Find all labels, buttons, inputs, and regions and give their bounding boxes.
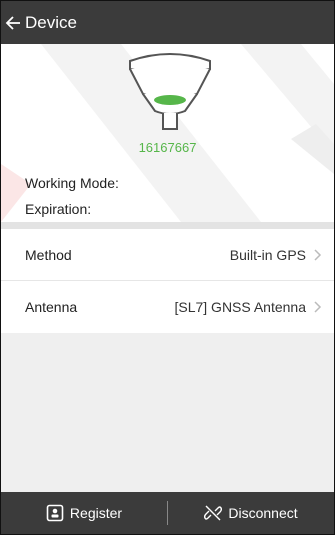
register-button[interactable]: Register [1, 492, 167, 534]
working-mode-label: Working Mode: [25, 175, 119, 191]
disconnect-icon [204, 504, 223, 522]
footer-toolbar: Register Disconnect [1, 492, 334, 534]
setting-label: Antenna [25, 299, 78, 315]
chevron-right-icon [314, 248, 322, 261]
arrow-left-icon[interactable] [5, 15, 21, 31]
setting-value: [SL7] GNSS Antenna [174, 299, 306, 315]
device-serial: 16167667 [138, 140, 197, 155]
setting-value-group: [SL7] GNSS Antenna [174, 299, 322, 315]
setting-row-antenna[interactable]: Antenna [SL7] GNSS Antenna [1, 281, 334, 333]
expiration-label: Expiration: [25, 201, 92, 217]
setting-row-method[interactable]: Method Built-in GPS [1, 229, 334, 281]
gnss-receiver-icon [129, 53, 211, 130]
section-divider [1, 222, 334, 229]
register-label: Register [69, 505, 123, 521]
setting-value: Built-in GPS [229, 246, 306, 263]
settings-list: Method Built-in GPS Antenna [SL7] GNSS A… [1, 229, 334, 333]
chevron-right-icon [314, 301, 322, 313]
setting-label: Method [25, 246, 72, 263]
app-header: Device [1, 1, 334, 44]
page-title: Device [25, 12, 77, 32]
register-icon [46, 504, 64, 522]
device-info-panel: 16167667 Working Mode: Expiration: [1, 44, 334, 222]
disconnect-label: Disconnect [228, 505, 298, 521]
setting-value-group: Built-in GPS [230, 247, 322, 263]
disconnect-button[interactable]: Disconnect [168, 492, 334, 534]
